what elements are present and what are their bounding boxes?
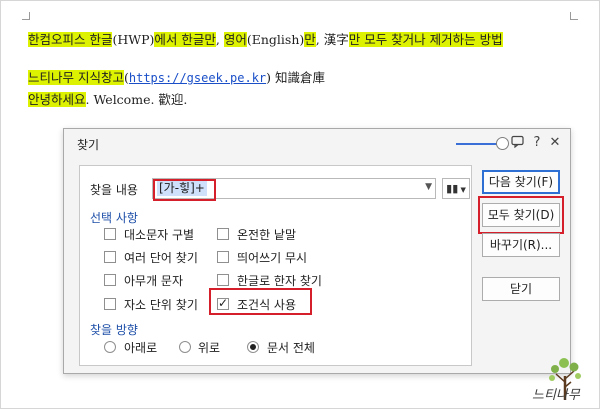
binoculars-icon: ▮▮ [446,182,459,195]
plain-text: (HWP) [112,32,155,47]
help-icon[interactable]: ? [530,135,544,151]
dialog-titlebar[interactable]: 찾기 ? ✕ [64,129,570,157]
find-options-panel: 찾을 내용 [가-힣]+ ▼ ▮▮ ▼ 선택 사항 대소문자 구별 온전한 낱말… [79,165,472,366]
highlight-text: 만 [304,32,316,47]
document-title-line: 한컴오피스 한글(HWP)에서 한글만, 영어(English)만, 漢字만 모… [28,31,503,49]
chevron-down-icon[interactable]: ▼ [425,182,432,192]
highlight-text: 안녕하세요 [28,92,86,107]
options-header: 선택 사항 [90,211,138,225]
direction-label: 문서 전체 [267,341,315,355]
jamo-search-checkbox[interactable] [104,298,116,310]
ignore-spacing-checkbox[interactable] [217,251,229,263]
find-dialog: 찾기 ? ✕ 찾을 내용 [가-힣]+ ▼ ▮▮ ▼ 선택 사항 대소문자 구별… [63,128,571,374]
highlight-text: 만 모두 찾거나 제거하는 방법 [348,32,503,47]
find-label: 찾을 내용 [90,183,138,197]
highlight-text: 영어 [223,32,247,47]
highlight-text: 한컴오피스 한글 [28,32,113,47]
source-link[interactable]: https://gseek.pe.kr [129,71,266,85]
option-label: 아무개 문자 [124,274,184,288]
zoom-slider-track[interactable] [456,143,500,145]
direction-whole-document-radio[interactable] [247,341,259,353]
wildcard-checkbox[interactable] [104,274,116,286]
option-label: 자소 단위 찾기 [124,298,198,312]
chat-icon[interactable] [510,135,524,151]
find-options-binoculars-button[interactable]: ▮▮ ▼ [442,178,470,199]
plain-text: . Welcome. 歡迎. [85,92,188,107]
plain-text: (English) [246,32,305,47]
margin-corner-mark [22,12,30,20]
option-label: 여러 단어 찾기 [124,251,198,265]
direction-label: 위로 [198,341,221,355]
multi-word-checkbox[interactable] [104,251,116,263]
hanja-by-hangul-checkbox[interactable] [217,274,229,286]
option-label: 대소문자 구별 [124,228,195,242]
annotation-box [209,288,312,315]
dialog-title: 찾기 [77,138,100,152]
close-icon[interactable]: ✕ [548,135,562,151]
direction-label: 아래로 [124,341,158,355]
option-label: 띄어쓰기 무시 [237,251,308,265]
document-source-line: 느티나무 지식창고(https://gseek.pe.kr) 知識倉庫 [28,69,325,87]
replace-button[interactable]: 바꾸기(R)... [482,233,560,257]
annotation-box [478,196,564,234]
plain-text: , [215,32,224,47]
plain-text: , 漢字 [315,32,349,47]
direction-down-radio[interactable] [104,341,116,353]
document-greeting-line: 안녕하세요. Welcome. 歡迎. [28,91,187,109]
chevron-down-icon: ▼ [458,186,466,194]
logo-text: 느티나무 [532,388,580,403]
plain-text: 知識倉庫 [271,70,326,85]
find-next-button[interactable]: 다음 찾기(F) [482,170,560,194]
zoom-slider-knob[interactable] [496,137,509,150]
option-label: 한글로 한자 찾기 [237,274,322,288]
highlight-text: 느티나무 지식창고 [28,70,124,85]
match-case-checkbox[interactable] [104,228,116,240]
annotation-box [153,179,216,201]
direction-header: 찾을 방향 [90,323,138,337]
margin-corner-mark [570,12,578,20]
highlight-text: 에서 한글만 [154,32,216,47]
close-button[interactable]: 닫기 [482,277,560,301]
direction-up-radio[interactable] [179,341,191,353]
whole-word-checkbox[interactable] [217,228,229,240]
option-label: 온전한 낱말 [237,228,297,242]
